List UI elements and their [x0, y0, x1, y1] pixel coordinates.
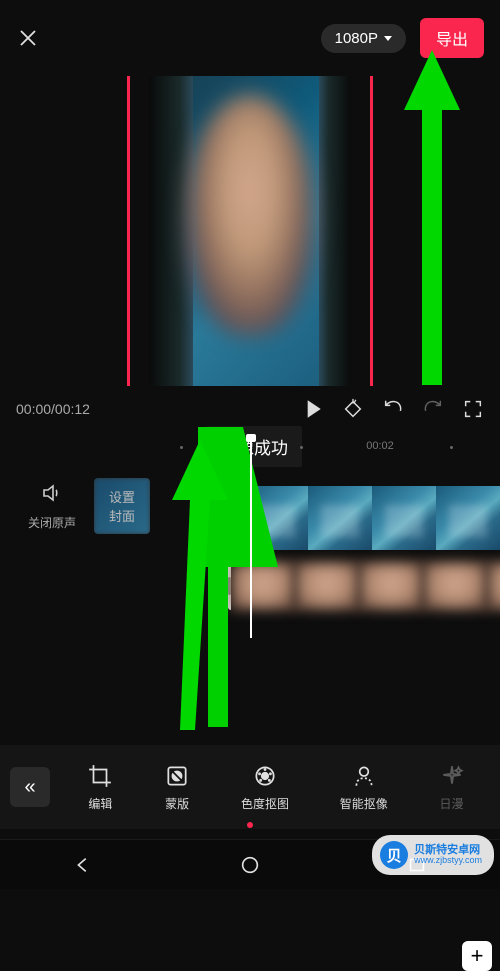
- tool-mask[interactable]: 蒙版: [164, 763, 190, 812]
- playhead[interactable]: [250, 438, 252, 638]
- timeline-ruler[interactable]: 00:02: [100, 440, 500, 460]
- close-button[interactable]: [16, 26, 40, 50]
- preview-video: [149, 76, 351, 386]
- sparkle-icon: [439, 763, 465, 789]
- tool-anime[interactable]: 日漫: [439, 763, 465, 812]
- resolution-label: 1080P: [335, 30, 378, 47]
- overlay-thumbnail: [487, 562, 500, 610]
- tool-chroma-key[interactable]: 色度抠图: [241, 763, 289, 812]
- preview-frame[interactable]: [149, 76, 351, 386]
- mute-toggle[interactable]: 关闭原声: [28, 481, 76, 531]
- time-display: 00:00/00:12: [16, 401, 90, 417]
- overlay-thumbnail: [295, 562, 359, 610]
- nav-back-button[interactable]: [64, 846, 102, 884]
- indicator-dot-icon: [247, 822, 253, 828]
- nav-home-button[interactable]: [231, 846, 269, 884]
- redo-button[interactable]: [422, 398, 444, 420]
- play-button[interactable]: [302, 398, 324, 420]
- clip-thumbnail: [372, 486, 436, 550]
- tool-smart-cutout[interactable]: 智能抠像: [340, 763, 388, 812]
- chroma-icon: [252, 763, 278, 789]
- keyframe-button[interactable]: [342, 398, 364, 420]
- mute-label: 关闭原声: [28, 514, 76, 531]
- collapse-toolbar-button[interactable]: «: [10, 767, 50, 807]
- speaker-icon: [40, 481, 64, 510]
- export-button[interactable]: 导出: [420, 18, 484, 58]
- crop-icon: [87, 763, 113, 789]
- clip-thumbnail: [244, 486, 308, 550]
- watermark-logo-icon: 贝: [380, 841, 408, 869]
- main-video-track[interactable]: [244, 486, 500, 550]
- header-bar: 1080P 导出: [0, 0, 500, 76]
- cover-thumbnail[interactable]: 设置 封面: [94, 478, 150, 534]
- add-clip-button[interactable]: +: [462, 941, 492, 971]
- resolution-dropdown[interactable]: 1080P: [321, 24, 406, 53]
- overlay-track[interactable]: [228, 562, 500, 610]
- watermark-line2: www.zjbstyy.com: [414, 856, 482, 866]
- undo-button[interactable]: [382, 398, 404, 420]
- chevron-down-icon: [384, 36, 392, 41]
- overlay-thumbnail: [423, 562, 487, 610]
- watermark-badge: 贝 贝斯特安卓网 www.zjbstyy.com: [372, 835, 494, 875]
- mask-icon: [164, 763, 190, 789]
- ruler-tick-label: 00:02: [366, 440, 394, 452]
- tool-edit[interactable]: 编辑: [87, 763, 113, 812]
- preview-area: [0, 76, 500, 386]
- bottom-toolbar: « 编辑 蒙版 色度抠图 智能抠像 日漫: [0, 745, 500, 829]
- clip-thumbnail: [436, 486, 500, 550]
- cover-label: 设置 封面: [109, 487, 135, 525]
- overlay-thumbnail: [359, 562, 423, 610]
- cutout-icon: [351, 763, 377, 789]
- overlay-thumbnail: [231, 562, 295, 610]
- clip-thumbnail: [308, 486, 372, 550]
- fullscreen-button[interactable]: [462, 398, 484, 420]
